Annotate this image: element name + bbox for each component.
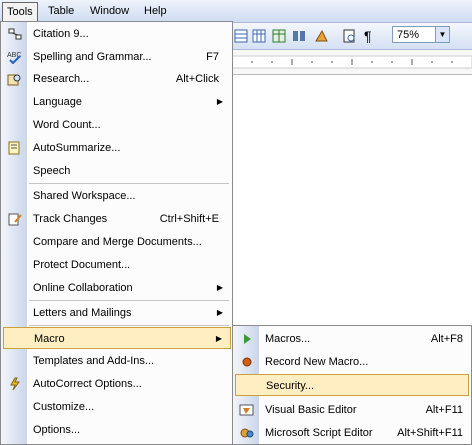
- track-changes-icon: [7, 212, 23, 226]
- menu-separator: [29, 325, 229, 326]
- table-icon[interactable]: [234, 29, 248, 43]
- menu-table[interactable]: Table: [44, 3, 78, 19]
- menu-item-macros[interactable]: Macros... Alt+F8: [235, 328, 469, 350]
- menu-item-autosummarize[interactable]: AutoSummarize...: [3, 137, 231, 159]
- menu-item-visual-basic-editor[interactable]: Visual Basic Editor Alt+F11: [235, 399, 469, 421]
- menu-item-record-macro[interactable]: Record New Macro...: [235, 351, 469, 373]
- citation-icon: [7, 27, 23, 41]
- vb-editor-icon: [239, 403, 255, 417]
- research-icon: [7, 72, 23, 86]
- menu-item-security[interactable]: Security...: [235, 374, 469, 396]
- menu-bar: Tools Table Window Help: [0, 0, 472, 23]
- menu-help[interactable]: Help: [140, 3, 171, 19]
- menu-item-compare-merge[interactable]: Compare and Merge Documents...: [3, 231, 231, 253]
- record-icon: [239, 355, 255, 369]
- tools-menu: Citation 9... ABC Spelling and Grammar..…: [0, 21, 233, 445]
- menu-item-word-count[interactable]: Word Count...: [3, 114, 231, 136]
- menu-tools[interactable]: Tools: [2, 2, 38, 21]
- columns-icon[interactable]: [292, 29, 306, 43]
- autosummarize-icon: [7, 141, 23, 155]
- menu-item-options[interactable]: Options...: [3, 419, 231, 441]
- ruler: [231, 50, 472, 75]
- menu-item-protect-document[interactable]: Protect Document...: [3, 254, 231, 276]
- menu-item-templates-addins[interactable]: Templates and Add-Ins...: [3, 350, 231, 372]
- insert-table-icon[interactable]: [252, 29, 266, 43]
- menu-item-language[interactable]: Language ▶: [3, 91, 231, 113]
- ruler-ticks: [231, 55, 472, 69]
- menu-item-autocorrect[interactable]: AutoCorrect Options...: [3, 373, 231, 395]
- menu-item-spelling-grammar[interactable]: ABC Spelling and Grammar... F7: [3, 46, 231, 68]
- menu-item-letters-mailings[interactable]: Letters and Mailings ▶: [3, 302, 231, 324]
- submenu-arrow-icon: ▶: [215, 334, 222, 343]
- menu-item-script-editor[interactable]: Microsoft Script Editor Alt+Shift+F11: [235, 422, 469, 444]
- menu-item-speech[interactable]: Speech: [3, 160, 231, 182]
- macro-submenu: Macros... Alt+F8 Record New Macro... Sec…: [232, 325, 472, 445]
- zoom-value: 75%: [397, 29, 420, 41]
- drawing-icon[interactable]: [314, 29, 328, 43]
- submenu-arrow-icon: ▶: [216, 283, 223, 292]
- submenu-arrow-icon: ▶: [216, 308, 223, 317]
- menu-item-online-collaboration[interactable]: Online Collaboration ▶: [3, 277, 231, 299]
- menu-separator: [29, 183, 229, 184]
- document-map-icon[interactable]: [342, 29, 356, 43]
- spelling-check-icon: ABC: [7, 50, 23, 65]
- menu-item-citation[interactable]: Citation 9...: [3, 23, 231, 45]
- menu-item-macro[interactable]: Macro ▶: [3, 327, 231, 349]
- menu-item-customize[interactable]: Customize...: [3, 396, 231, 418]
- script-editor-icon: [239, 426, 255, 440]
- play-icon: [239, 332, 255, 346]
- excel-icon[interactable]: [272, 29, 286, 43]
- menu-item-shared-workspace[interactable]: Shared Workspace...: [3, 185, 231, 207]
- menu-item-research[interactable]: Research... Alt+Click: [3, 68, 231, 90]
- menu-window[interactable]: Window: [86, 3, 133, 19]
- chevron-down-icon[interactable]: ▼: [435, 27, 449, 42]
- menu-separator: [29, 300, 229, 301]
- standard-toolbar: ¶ 75% ▼: [232, 23, 472, 50]
- menu-item-track-changes[interactable]: Track Changes Ctrl+Shift+E: [3, 208, 231, 230]
- autocorrect-lightning-icon: [7, 377, 23, 391]
- submenu-arrow-icon: ▶: [216, 97, 223, 106]
- show-hide-pilcrow-icon[interactable]: ¶: [364, 29, 378, 43]
- zoom-select[interactable]: 75% ▼: [392, 26, 450, 43]
